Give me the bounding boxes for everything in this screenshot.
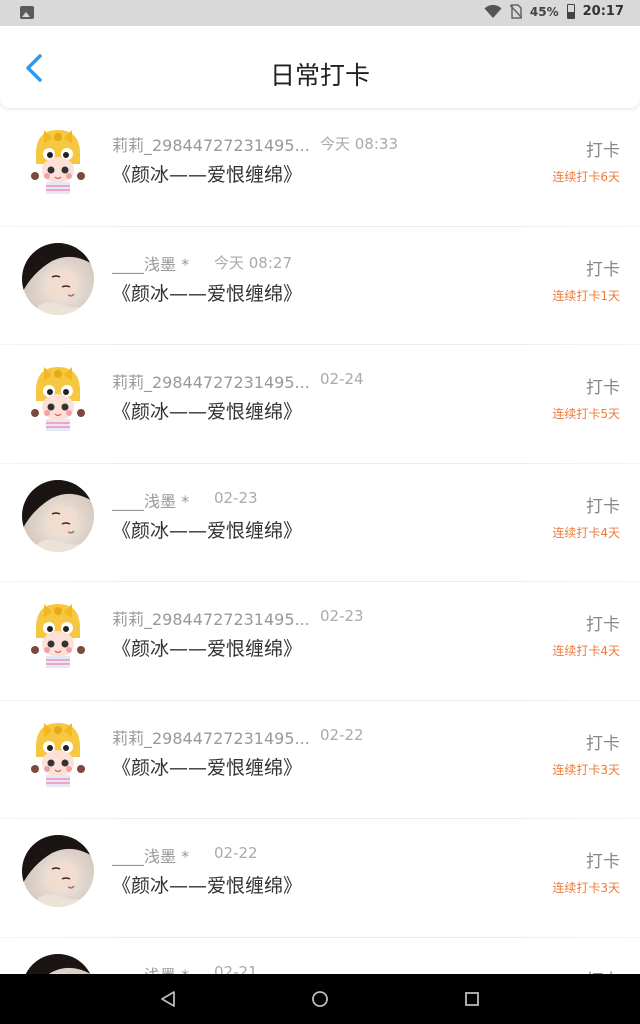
checkin-time: 02-22: [214, 844, 258, 862]
checkin-time: 今天 08:27: [214, 253, 292, 272]
user-name[interactable]: ____浅墨 *: [112, 488, 189, 512]
avatar[interactable]: [22, 361, 94, 433]
user-name[interactable]: ____浅墨 *: [112, 251, 189, 275]
woman-photo-avatar-icon: [22, 835, 94, 907]
checkin-time: 今天 08:33: [320, 135, 398, 153]
book-title: 《颜冰——爱恨缠绵》: [112, 282, 303, 305]
battery-percent: 45%: [529, 4, 559, 19]
checkin-label: 打卡: [586, 378, 620, 398]
checkin-list[interactable]: 莉莉_29844727231495... 今天 08:33 《颜冰——爱恨缠绵》…: [0, 108, 640, 974]
cartoon-girl-avatar-icon: [22, 598, 94, 670]
avatar[interactable]: [22, 242, 94, 315]
recents-square-icon[interactable]: [462, 989, 482, 1009]
checkin-entry[interactable]: ____浅墨 * 02-22 《颜冰——爱恨缠绵》 打卡 连续打卡3天: [0, 819, 640, 938]
book-title: 《颜冰——爱恨缠绵》: [112, 875, 303, 897]
book-title: 《颜冰——爱恨缠绵》: [112, 164, 303, 186]
checkin-label: 打卡: [586, 496, 620, 517]
checkin-entry[interactable]: ____浅墨 * 今天 08:27 《颜冰——爱恨缠绵》 打卡 连续打卡1天: [0, 227, 640, 345]
checkin-entry[interactable]: ____浅墨 * 02-23 《颜冰——爱恨缠绵》 打卡 连续打卡4天: [0, 464, 640, 582]
checkin-entry[interactable]: 莉莉_29844727231495... 02-24 《颜冰——爱恨缠绵》 打卡…: [0, 345, 640, 464]
streak-badge: 连续打卡6天: [552, 170, 620, 184]
page-title: 日常打卡: [269, 61, 370, 90]
checkin-entry[interactable]: 莉莉_29844727231495... 02-23 《颜冰——爱恨缠绵》 打卡…: [0, 582, 640, 701]
status-bar: 45% 20:17: [0, 0, 640, 26]
streak-badge: 连续打卡3天: [552, 881, 620, 895]
checkin-label: 打卡: [586, 733, 620, 754]
back-triangle-icon[interactable]: [158, 989, 178, 1009]
avatar[interactable]: [22, 835, 94, 907]
cartoon-girl-avatar-icon: [22, 124, 94, 196]
checkin-time: 02-22: [320, 725, 364, 744]
book-title: 《颜冰——爱恨缠绵》: [112, 756, 303, 779]
checkin-label: 打卡: [586, 966, 620, 975]
avatar[interactable]: [22, 479, 94, 552]
cartoon-girl-avatar-icon: [22, 716, 94, 789]
streak-badge: 连续打卡4天: [552, 644, 620, 658]
streak-badge: 连续打卡5天: [552, 407, 620, 421]
avatar[interactable]: [22, 598, 94, 670]
checkin-entry[interactable]: 莉莉_29844727231495... 02-22 《颜冰——爱恨缠绵》 打卡…: [0, 701, 640, 819]
checkin-label: 打卡: [586, 259, 620, 280]
user-name[interactable]: 莉莉_29844727231495...: [112, 369, 310, 393]
streak-badge: 连续打卡1天: [552, 288, 620, 303]
home-circle-icon[interactable]: [310, 989, 330, 1009]
book-title: 《颜冰——爱恨缠绵》: [112, 519, 303, 542]
wifi-icon: [484, 4, 502, 18]
streak-badge: 连续打卡3天: [552, 762, 620, 777]
header: 日常打卡: [0, 26, 640, 108]
cartoon-girl-avatar-icon: [22, 361, 94, 433]
woman-photo-avatar-icon: [22, 479, 94, 552]
avatar[interactable]: [22, 953, 94, 974]
woman-photo-avatar-icon: [22, 953, 94, 974]
checkin-time: 02-23: [320, 607, 364, 625]
user-name[interactable]: 莉莉_29844727231495...: [112, 725, 310, 749]
no-sim-icon: [509, 4, 522, 19]
streak-badge: 连续打卡4天: [552, 525, 620, 540]
checkin-time: 02-23: [214, 488, 258, 507]
avatar[interactable]: [22, 124, 94, 196]
checkin-entry[interactable]: ____浅墨 * 02-21 打卡: [0, 938, 640, 975]
system-nav-bar: [0, 974, 640, 1024]
checkin-time: 02-21: [214, 962, 258, 975]
book-title: 《颜冰——爱恨缠绵》: [112, 638, 303, 660]
book-title: 《颜冰——爱恨缠绵》: [112, 401, 303, 423]
checkin-label: 打卡: [586, 141, 620, 161]
checkin-time: 02-24: [320, 370, 364, 388]
woman-photo-avatar-icon: [22, 242, 94, 315]
user-name[interactable]: 莉莉_29844727231495...: [112, 132, 310, 156]
checkin-label: 打卡: [586, 615, 620, 635]
image-icon: [20, 6, 34, 19]
checkin-label: 打卡: [586, 852, 620, 872]
avatar[interactable]: [22, 716, 94, 789]
clock: 20:17: [582, 4, 624, 19]
user-name[interactable]: ____浅墨 *: [112, 962, 189, 975]
user-name[interactable]: ____浅墨 *: [112, 843, 189, 867]
user-name[interactable]: 莉莉_29844727231495...: [112, 606, 310, 630]
battery-icon: [566, 4, 575, 19]
checkin-entry[interactable]: 莉莉_29844727231495... 今天 08:33 《颜冰——爱恨缠绵》…: [0, 108, 640, 227]
